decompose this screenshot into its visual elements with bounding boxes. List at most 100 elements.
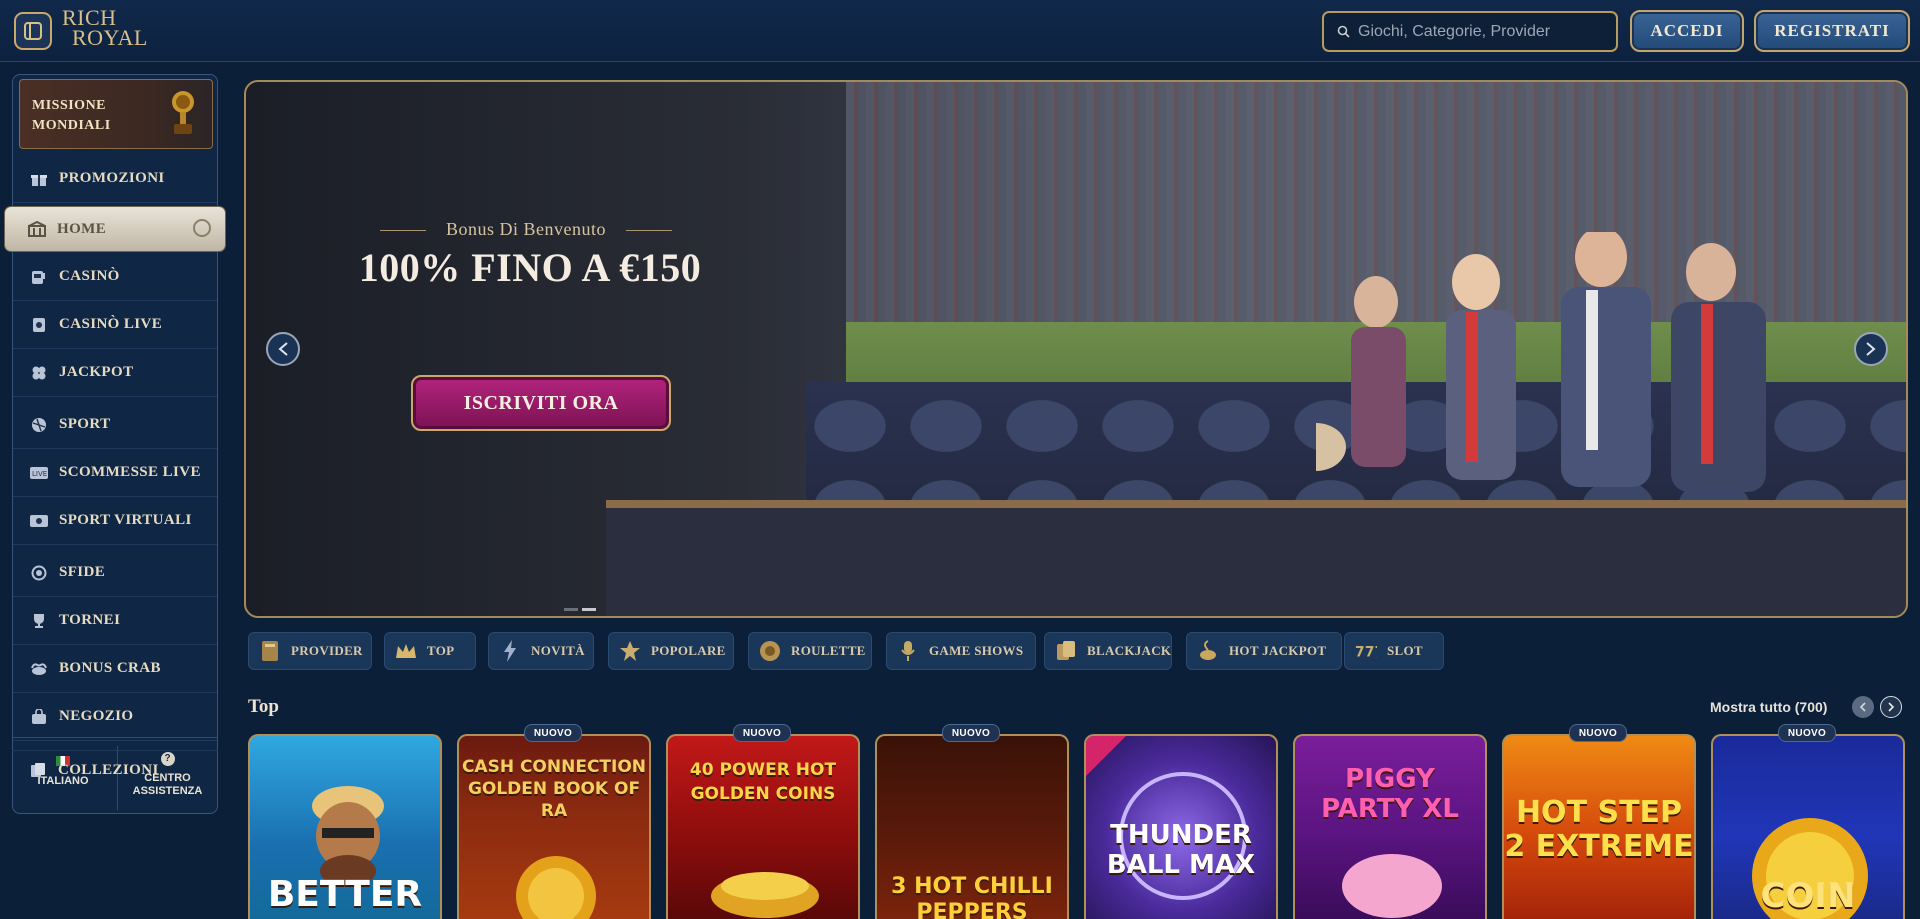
new-badge: NUOVO	[942, 724, 1000, 742]
sidebar-item-sfide[interactable]: SFIDE	[13, 549, 217, 597]
sidebar: MISSIONE MONDIALI PROMOZIONI HOME CASINÒ…	[5, 74, 225, 814]
collection-icon	[28, 760, 48, 780]
shop-bag-icon	[29, 707, 49, 727]
new-badge: NUOVO	[733, 724, 791, 742]
game-card[interactable]: CASH CONNECTION GOLDEN BOOK OF RA	[457, 734, 651, 919]
category-hot-jackpot[interactable]: HOT JACKPOT	[1186, 632, 1342, 670]
game-card[interactable]: 3 HOT CHILLI PEPPERS	[875, 734, 1069, 919]
category-roulette[interactable]: ROULETTE	[748, 632, 872, 670]
category-slot[interactable]: 777 SLOT	[1344, 632, 1444, 670]
top-header: RICH ROYAL ACCEDI REGISTRATI	[0, 0, 1920, 62]
game-title: COIN	[1760, 876, 1856, 916]
games-next-button[interactable]	[1880, 696, 1902, 718]
sidebar-item-sport[interactable]: SPORT	[13, 401, 217, 449]
sidebar-item-label: TORNEI	[59, 612, 121, 628]
sidebar-item-label: COLLEZIONI	[58, 761, 159, 778]
slot-machine-icon	[29, 267, 49, 287]
star-icon	[619, 640, 641, 662]
ball-icon	[29, 415, 49, 435]
new-badge: NUOVO	[1569, 724, 1627, 742]
category-game-shows[interactable]: GAME SHOWS	[886, 632, 1036, 670]
crown-icon	[395, 640, 417, 662]
sidebar-item-label: SPORT	[59, 416, 111, 432]
chevron-left-icon	[1859, 702, 1866, 712]
game-card[interactable]: 40 POWER HOT GOLDEN COINS	[666, 734, 860, 919]
category-novita[interactable]: NOVITÀ	[488, 632, 594, 670]
login-button[interactable]: ACCEDI	[1630, 10, 1744, 52]
genie-lamp-icon	[1197, 640, 1219, 662]
sidebar-item-label: CASINÒ LIVE	[59, 316, 163, 332]
category-label: PROVIDER	[291, 643, 363, 658]
game-card[interactable]: HOT STEP 2 EXTREME	[1502, 734, 1696, 919]
sidebar-item-label: SCOMMESSE LIVE	[59, 464, 201, 480]
chevron-right-icon	[1888, 702, 1895, 712]
carousel-dot-active[interactable]	[582, 608, 596, 611]
sidebar-item-collezioni[interactable]: COLLEZIONI	[12, 746, 216, 794]
game-card[interactable]: PIGGY PARTY XL	[1293, 734, 1487, 919]
game-title: HOT STEP 2 EXTREME	[1504, 795, 1694, 864]
new-badge: NUOVO	[1778, 724, 1836, 742]
emblem-icon	[193, 219, 211, 237]
show-all-link[interactable]: Mostra tutto (700)	[1710, 699, 1827, 715]
game-title: BETTER	[267, 874, 423, 915]
book-icon	[259, 640, 281, 662]
category-top[interactable]: TOP	[384, 632, 476, 670]
sidebar-item-scommesse-live[interactable]: LIVE SCOMMESSE LIVE	[13, 449, 217, 497]
banner-prev-button[interactable]	[266, 332, 300, 366]
category-label: GAME SHOWS	[929, 643, 1024, 658]
live-bet-icon: LIVE	[29, 463, 49, 483]
game-card[interactable]: BETTER	[248, 734, 442, 919]
category-provider[interactable]: PROVIDER	[248, 632, 372, 670]
category-label: NOVITÀ	[531, 643, 585, 658]
crab-icon	[29, 659, 49, 679]
medal-icon	[29, 563, 49, 583]
signup-cta-button[interactable]: ISCRIVITI ORA	[411, 375, 671, 431]
search-input[interactable]	[1358, 21, 1608, 43]
banner-next-button[interactable]	[1854, 332, 1888, 366]
game-title: CASH CONNECTION GOLDEN BOOK OF RA	[461, 757, 647, 821]
category-label: SLOT	[1387, 643, 1423, 658]
clover-icon	[29, 363, 49, 383]
sidebar-item-bonus-crab[interactable]: BONUS CRAB	[13, 645, 217, 693]
menu-toggle-button[interactable]	[14, 12, 52, 50]
trophy-icon	[29, 611, 49, 631]
chevron-right-icon	[1866, 342, 1876, 356]
mission-label: MISSIONE MONDIALI	[32, 98, 111, 133]
game-title: THUNDER BALL MAX	[1106, 820, 1256, 880]
bonus-kicker-text: Bonus Di Benvenuto	[376, 219, 676, 240]
cards-icon	[1055, 640, 1077, 662]
category-label: HOT JACKPOT	[1229, 643, 1327, 658]
category-blackjack[interactable]: BLACKJACK	[1044, 632, 1172, 670]
sidebar-item-casino[interactable]: CASINÒ	[13, 253, 217, 301]
site-logo[interactable]: RICH ROYAL	[62, 7, 152, 49]
game-title: 40 POWER HOT GOLDEN COINS	[689, 760, 837, 804]
search-box[interactable]	[1322, 11, 1618, 52]
category-popolare[interactable]: POPOLARE	[608, 632, 734, 670]
sidebar-item-home[interactable]: HOME	[5, 207, 225, 251]
sidebar-item-sport-virtuali[interactable]: SPORT VIRTUALI	[13, 497, 217, 545]
mission-promo-card[interactable]: MISSIONE MONDIALI	[19, 79, 213, 149]
game-card[interactable]: THUNDER BALL MAX	[1084, 734, 1278, 919]
sidebar-item-promozioni[interactable]: PROMOZIONI	[13, 155, 217, 203]
category-label: BLACKJACK	[1087, 643, 1172, 658]
fans-illustration	[1316, 232, 1766, 492]
sidebar-item-jackpot[interactable]: JACKPOT	[13, 349, 217, 397]
svg-text:LIVE: LIVE	[32, 470, 47, 478]
section-title: Top	[248, 696, 279, 717]
register-button[interactable]: REGISTRATI	[1754, 10, 1910, 52]
svg-text:777: 777	[1355, 645, 1377, 661]
sidebar-item-negozio[interactable]: NEGOZIO	[13, 693, 217, 741]
category-label: POPOLARE	[651, 643, 726, 658]
games-prev-button[interactable]	[1852, 696, 1874, 718]
sidebar-item-tornei[interactable]: TORNEI	[13, 597, 217, 645]
game-card[interactable]: COIN	[1711, 734, 1905, 919]
hero-banner[interactable]: Bonus Di Benvenuto 100% FINO A €150 ISCR…	[244, 80, 1908, 618]
category-label: TOP	[427, 643, 455, 658]
carousel-indicators	[564, 598, 600, 616]
carousel-dot[interactable]	[564, 608, 578, 611]
microphone-icon	[897, 640, 919, 662]
sidebar-item-casino-live[interactable]: CASINÒ LIVE	[13, 301, 217, 349]
sidebar-item-label: HOME	[57, 220, 107, 237]
sidebar-item-label: CASINÒ	[59, 268, 120, 284]
trophy-icon	[172, 91, 194, 134]
